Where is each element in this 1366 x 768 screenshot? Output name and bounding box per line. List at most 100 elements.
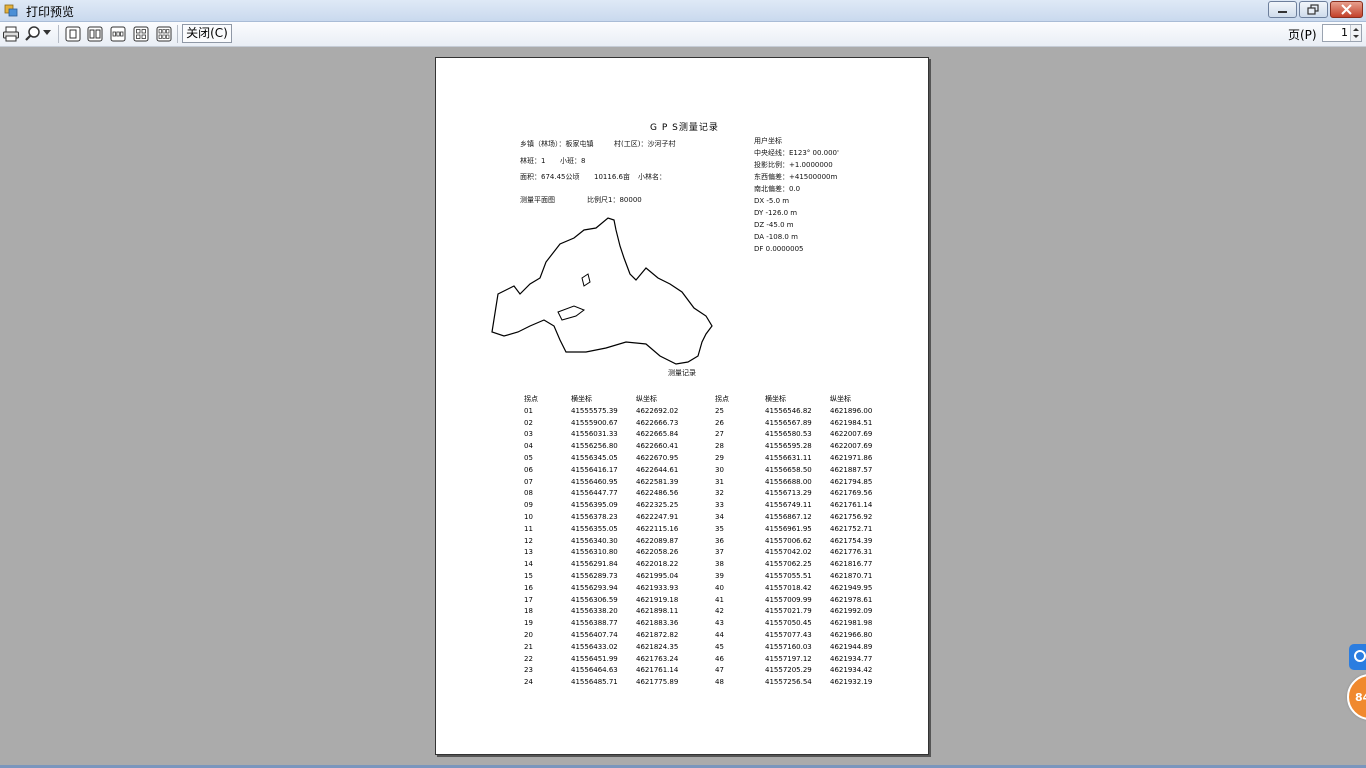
param-line: 用户坐标: [754, 137, 782, 145]
table-cell: 4621949.95: [830, 583, 873, 592]
table-cell: 4622089.87: [636, 536, 679, 545]
printer-icon[interactable]: [2, 25, 20, 43]
table-cell: 47: [715, 666, 724, 675]
owner-field: 小林名：: [638, 173, 666, 181]
subcompartment-field: 小班：8: [560, 157, 586, 165]
table-cell: 41556961.95: [765, 524, 812, 533]
table-row: 09 41556395.09 4622325.25 33 41556749.11 4621…: [520, 499, 890, 511]
table-cell: 4621754.39: [830, 536, 873, 545]
table-cell: 4621761.14: [636, 666, 679, 675]
table-cell: 4622666.73: [636, 418, 679, 427]
table-cell: 4621761.14: [830, 501, 873, 510]
table-header-row: 拐点 横坐标 纵坐标 拐点 横坐标 纵坐标: [520, 393, 890, 405]
table-cell: 28: [715, 442, 724, 451]
table-cell: 34: [715, 513, 724, 522]
two-pages-icon[interactable]: [86, 25, 104, 43]
table-row: 15 41556289.73 4621995.04 39 41557055.51 4621…: [520, 570, 890, 582]
table-row: 05 41556345.05 4622670.95 29 41556631.11 4621…: [520, 452, 890, 464]
table-row: 08 41556447.77 4622486.56 32 41556713.29 4621…: [520, 488, 890, 500]
table-row: 21 41556433.02 4621824.35 45 41557160.03 4621…: [520, 641, 890, 653]
page-number-stepper[interactable]: 1: [1322, 24, 1362, 42]
scale-field: 比例尺1：80000: [587, 196, 642, 204]
one-page-icon[interactable]: [64, 25, 82, 43]
minimize-button[interactable]: [1268, 1, 1297, 18]
floating-badge[interactable]: 84: [1347, 674, 1366, 720]
three-pages-icon[interactable]: [109, 25, 127, 43]
param-line: 中央经线：E123° 00.000': [754, 149, 839, 157]
table-cell: 41557062.25: [765, 560, 812, 569]
table-cell: 29: [715, 454, 724, 463]
table-cell: 41557009.99: [765, 595, 812, 604]
stepper-arrows[interactable]: [1350, 25, 1361, 41]
survey-plan-map: [491, 217, 713, 365]
map-caption: 测量记录: [668, 369, 696, 377]
table-cell: 4621981.98: [830, 619, 873, 628]
table-cell: 4621932.19: [830, 678, 873, 687]
table-cell: 35: [715, 524, 724, 533]
table-cell: 4621995.04: [636, 572, 679, 581]
table-cell: 41556338.20: [571, 607, 618, 616]
table-cell: 14: [524, 560, 533, 569]
param-line: DX -5.0 m: [754, 197, 790, 205]
six-pages-icon[interactable]: [155, 25, 173, 43]
table-cell: 41556546.82: [765, 406, 812, 415]
table-cell: 01: [524, 406, 533, 415]
side-share-widget[interactable]: [1349, 644, 1366, 670]
table-cell: 4621752.71: [830, 524, 873, 533]
window-title: 打印预览: [26, 5, 75, 19]
table-cell: 41556567.89: [765, 418, 812, 427]
table-cell: 30: [715, 465, 724, 474]
close-preview-button[interactable]: 关闭(C): [182, 24, 232, 43]
stepper-up-down-icon[interactable]: [1351, 25, 1361, 41]
table-cell: 41557160.03: [765, 642, 812, 651]
table-cell: 41556485.71: [571, 678, 618, 687]
table-row: 20 41556407.74 4621872.82 44 41557077.43 4621…: [520, 629, 890, 641]
table-cell: 41556388.77: [571, 619, 618, 628]
table-cell: 09: [524, 501, 533, 510]
restore-icon: [1307, 4, 1319, 15]
table-cell: 41556407.74: [571, 631, 618, 640]
table-cell: 41: [715, 595, 724, 604]
table-cell: 41557077.43: [765, 631, 812, 640]
param-line: DZ -45.0 m: [754, 221, 794, 229]
page-label: 页(P): [1288, 28, 1317, 42]
table-cell: 4622018.22: [636, 560, 679, 569]
column-header: 拐点: [715, 395, 729, 403]
four-pages-icon[interactable]: [132, 25, 150, 43]
restore-button[interactable]: [1299, 1, 1328, 18]
table-cell: 41557021.79: [765, 607, 812, 616]
table-cell: 4622007.69: [830, 442, 873, 451]
table-row: 06 41556416.17 4622644.61 30 41556658.50 4621…: [520, 464, 890, 476]
minimize-icon: [1278, 11, 1287, 13]
table-cell: 43: [715, 619, 724, 628]
table-cell: 4621776.31: [830, 548, 873, 557]
page-number-value[interactable]: 1: [1341, 26, 1348, 39]
column-header: 纵坐标: [636, 395, 657, 403]
table-cell: 41556378.23: [571, 513, 618, 522]
table-cell: 41557256.54: [765, 678, 812, 687]
close-window-button[interactable]: [1330, 1, 1363, 18]
table-cell: 18: [524, 607, 533, 616]
table-cell: 41556658.50: [765, 465, 812, 474]
table-cell: 24: [524, 678, 533, 687]
table-cell: 17: [524, 595, 533, 604]
table-cell: 41557006.62: [765, 536, 812, 545]
table-cell: 4621978.61: [830, 595, 873, 604]
table-cell: 15: [524, 572, 533, 581]
param-line: DA -108.0 m: [754, 233, 798, 241]
table-row: 04 41556256.80 4622660.41 28 41556595.28 4622…: [520, 440, 890, 452]
table-cell: 4622325.25: [636, 501, 679, 510]
table-row: 10 41556378.23 4622247.91 34 41556867.12 4621…: [520, 511, 890, 523]
column-header: 横坐标: [765, 395, 786, 403]
chevron-down-icon[interactable]: [43, 30, 51, 36]
table-cell: 4622581.39: [636, 477, 679, 486]
preview-page: G P S测量记录 乡镇（林场）：板家屯镇 村(工区)：沙河子村 林班：1 小班…: [435, 57, 929, 755]
table-row: 19 41556388.77 4621883.36 43 41557050.45 4621…: [520, 617, 890, 629]
zoom-icon[interactable]: [24, 25, 42, 43]
table-cell: 4621933.93: [636, 583, 679, 592]
table-cell: 39: [715, 572, 724, 581]
table-row: 11 41556355.05 4622115.16 35 41556961.95 4621…: [520, 523, 890, 535]
table-cell: 4622058.26: [636, 548, 679, 557]
table-cell: 4621944.89: [830, 642, 873, 651]
table-cell: 4622692.02: [636, 406, 679, 415]
